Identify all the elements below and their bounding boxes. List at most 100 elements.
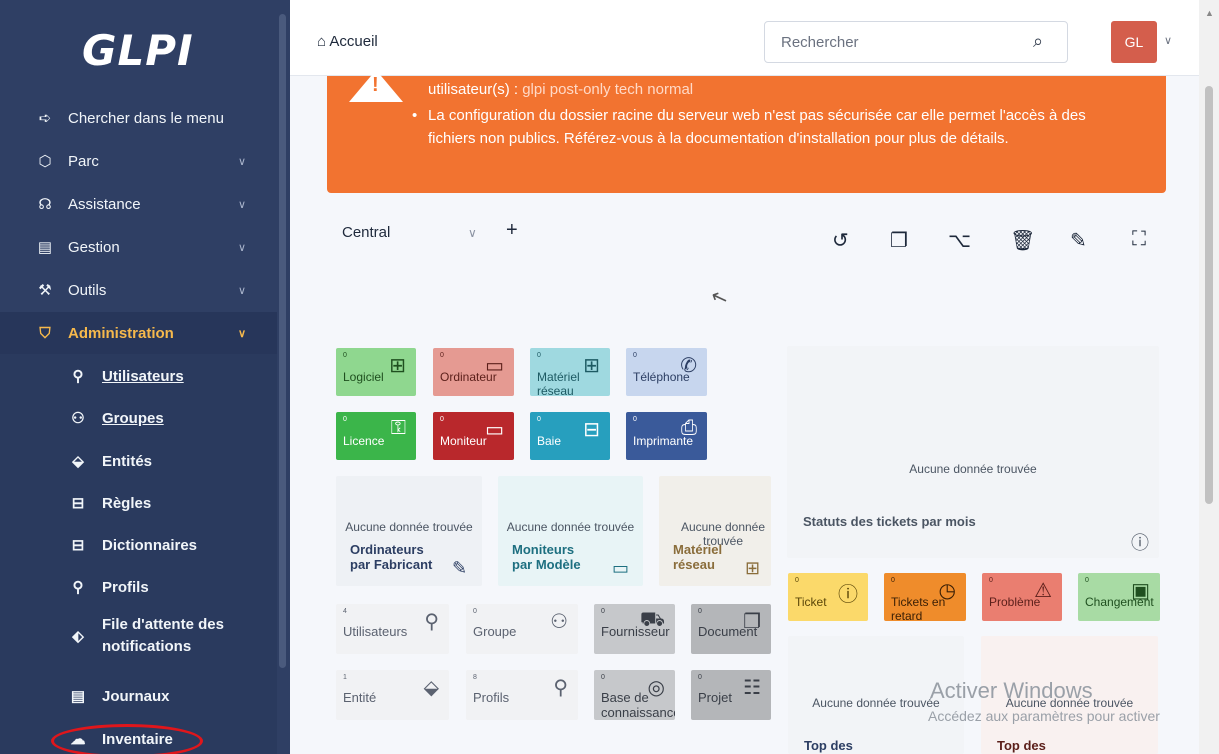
card-ticket[interactable]: 0 Ticket ⓘ [788,573,868,621]
sidebar-item-label: Utilisateurs [102,367,184,385]
sidebar-item-dictionnaires[interactable]: ⊟ Dictionnaires [0,525,277,565]
card-label: Groupe [473,624,517,639]
sidebar-item-label-line2: notifications [102,638,192,655]
sidebar-item-groupes[interactable]: ⚇ Groupes [0,398,277,438]
card-licence[interactable]: 0 Licence ⚿ [336,412,416,460]
card-projet[interactable]: 0 Projet ☷ [691,670,771,720]
clock-icon: ◷ [938,580,956,602]
alert-circle-icon: ⓘ [838,584,858,606]
users-icon: ⚇ [71,410,85,427]
card-count: 0 [989,577,993,584]
sidebar-item-entites[interactable]: ⬙ Entités [0,441,277,481]
sidebar-item-parc[interactable]: ⬡ Parc ∨ [0,141,277,181]
card-label: Projet [698,690,732,705]
card-baie[interactable]: 0 Baie ⊟ [530,412,610,460]
card-count: 0 [440,416,444,423]
avatar[interactable]: GL [1111,21,1157,63]
sidebar-item-label: Outils [68,281,107,299]
card-profils[interactable]: 8 Profils ⚲ [466,670,578,720]
card-moniteur[interactable]: 0 Moniteur ▭ [433,412,514,460]
truck-icon: ⛟ [639,609,665,631]
breadcrumb-home[interactable]: ⌂ Accueil [317,33,378,50]
share-icon[interactable]: ⌥ [948,228,971,253]
scroll-up-icon[interactable]: ▲ [1205,8,1214,18]
card-telephone[interactable]: 0 Téléphone ✆ [626,348,707,396]
sidebar-scrollbar[interactable] [279,14,286,668]
card-utilisateurs[interactable]: 4 Utilisateurs ⚲ [336,604,449,654]
card-count: 0 [795,577,799,584]
sidebar-item-outils[interactable]: ⚒ Outils ∨ [0,270,277,310]
card-base-connaissances[interactable]: 0 Base de connaissances ◎ [594,670,675,720]
copy-icon[interactable]: ❐ [890,228,908,253]
server-icon: ⊟ [583,419,600,441]
no-data-text: Aucune donnée trouvée [345,520,473,534]
card-groupe[interactable]: 0 Groupe ⚇ [466,604,578,654]
sidebar-item-label: Règles [102,494,152,512]
monitor-icon: ▭ [612,558,630,578]
chart-ordinateurs-fabricant[interactable]: Aucune donnée trouvée Ordinateurs par Fa… [336,476,482,586]
card-count: 0 [698,674,702,681]
card-count: 0 [633,416,637,423]
card-logiciel[interactable]: 0 Logiciel ⊞ [336,348,416,396]
search-input[interactable]: Rechercher ⌕ [764,21,1068,63]
card-count: 0 [698,608,702,615]
card-changement[interactable]: 0 Changement ▣ [1078,573,1160,621]
chart-title: Ordinateurs par Fabricant [350,542,433,572]
search-icon[interactable]: ⌕ [1033,31,1043,52]
card-fournisseur[interactable]: 0 Fournisseur ⛟ [594,604,675,654]
card-ordinateur[interactable]: 0 Ordinateur ▭ [433,348,514,396]
chevron-down-icon[interactable]: ∨ [1164,34,1172,47]
glpi-logo[interactable]: GLPI [82,26,194,75]
sidebar-item-administration[interactable]: ⛉ Administration ∨ [0,312,277,354]
card-probleme[interactable]: 0 Problème ⚠ [982,573,1062,621]
add-dashboard-button[interactable]: + [506,219,518,242]
card-imprimante[interactable]: 0 Imprimante ⎙ [626,412,707,460]
card-tickets-retard[interactable]: 0 Tickets en retard ◷ [884,573,966,621]
sidebar-item-notifications-queue[interactable]: ⬖ File d'attente des notifications [0,614,277,666]
alert-item: La configuration du dossier racine du se… [412,104,1132,150]
sidebar-item-journaux[interactable]: ▤ Journaux [0,676,277,716]
chart-materiel-reseau[interactable]: Aucune donnée trouvée Matériel réseau ⊞ [659,476,771,586]
phone-icon: ✆ [680,355,697,377]
sidebar-item-regles[interactable]: ⊟ Règles [0,483,277,523]
dashboard-select[interactable]: Central [342,224,390,241]
card-document[interactable]: 0 Document ❐ [691,604,771,654]
sidebar-item-utilisateurs[interactable]: ⚲ Utilisateurs [0,356,277,396]
alert-users-line: utilisateur(s) : glpi post-only tech nor… [428,81,693,98]
chart-moniteurs-modele[interactable]: Aucune donnée trouvée Moniteurs par Modè… [498,476,643,586]
chart-statuts-tickets[interactable]: Aucune donnée trouvée Statuts des ticket… [787,346,1159,558]
page-scrollbar[interactable]: ▲ [1199,0,1219,754]
red-highlight-circle [51,724,203,754]
project-icon: ☷ [743,677,761,699]
card-count: 0 [601,674,605,681]
card-count: 0 [343,416,347,423]
key-icon: ⚿ [390,417,406,439]
sidebar-item-profils[interactable]: ⚲ Profils [0,567,277,607]
chevron-down-icon: ∨ [238,155,247,168]
windows-activation-title: Activer Windows [930,678,1093,703]
edit-icon[interactable]: ✎ [1070,228,1087,253]
trash-icon[interactable]: 🗑 [1010,228,1035,253]
card-entite[interactable]: 1 Entité ⬙ [336,670,449,720]
news-icon: ▤ [70,688,86,705]
card-count: 0 [1085,577,1089,584]
card-label: Utilisateurs [343,624,408,639]
chevron-down-icon[interactable]: ∨ [468,226,477,240]
sidebar: GLPI ➪ Chercher dans le menu ⬡ Parc ∨ ☊ … [0,0,290,754]
history-icon[interactable]: ↺ [832,228,849,253]
card-count: 0 [601,608,605,615]
chevron-down-icon: ∨ [238,327,247,340]
software-icon: ⊞ [389,355,406,377]
chart-title: Top des [804,738,853,753]
sidebar-item-label: Profils [102,578,149,596]
sidebar-item-search-menu[interactable]: ➪ Chercher dans le menu [0,98,277,138]
card-label: Problème [989,595,1041,609]
fullscreen-icon[interactable]: ⛶ [1132,228,1146,251]
home-icon: ⌂ [317,33,327,50]
lifebuoy-icon: ◎ [647,677,665,699]
card-materiel-reseau[interactable]: 0 Matériel réseau ⊞ [530,348,610,396]
scrollbar-thumb[interactable] [1205,86,1213,504]
no-data-text: Aucune donnée trouvée [506,520,635,534]
sidebar-item-assistance[interactable]: ☊ Assistance ∨ [0,184,277,224]
sidebar-item-gestion[interactable]: ▤ Gestion ∨ [0,227,277,267]
